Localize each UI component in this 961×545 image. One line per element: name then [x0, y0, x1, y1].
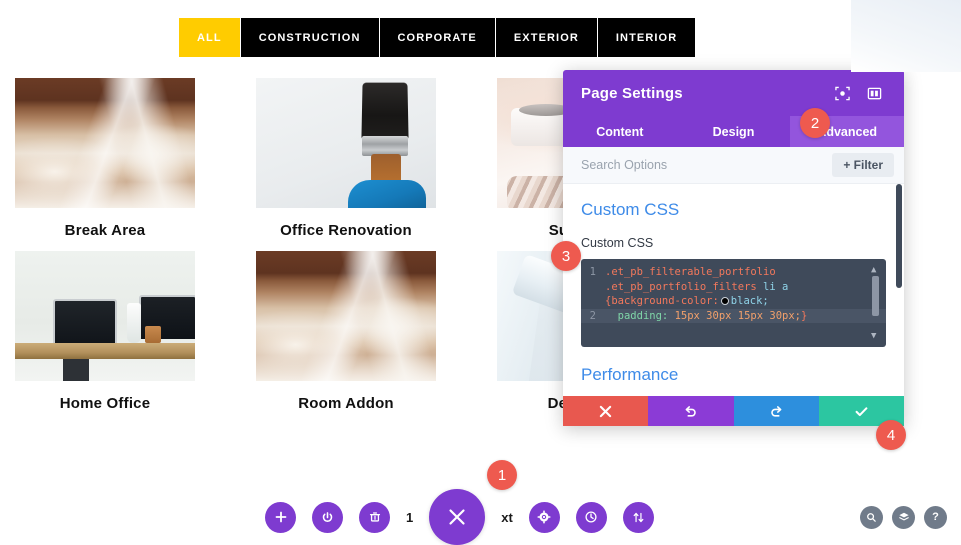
top-right-background-gradient	[851, 0, 961, 72]
home-office-desk-photo	[15, 251, 195, 381]
toolbar-button-group: 1 xt	[265, 489, 654, 545]
portfolio-item-caption: Home Office	[59, 395, 151, 412]
filter-label: INTERIOR	[615, 31, 678, 44]
tab-content[interactable]: Content	[563, 116, 677, 147]
css-selector-a: .et_pb_filterable_portfolio	[605, 266, 776, 278]
close-builder-button[interactable]	[429, 489, 486, 545]
portfolio-item-office-renovation[interactable]: Office Renovation	[256, 78, 482, 239]
css-close-brace: }	[801, 309, 808, 322]
badge-number: 2	[810, 114, 820, 132]
lumber-planks-photo	[15, 78, 195, 208]
custom-css-code-editor[interactable]: 1 .et_pb_filterable_portfolio .et_pb_por…	[581, 259, 886, 347]
color-swatch-icon[interactable]	[720, 297, 729, 305]
settings-gear-button[interactable]	[528, 501, 560, 533]
mug-shape	[145, 326, 161, 343]
filter-label: CONSTRUCTION	[258, 31, 361, 44]
filter-item-corporate[interactable]: CORPORATE	[379, 18, 496, 57]
filter-item-construction[interactable]: CONSTRUCTION	[240, 18, 380, 57]
add-button[interactable]	[265, 501, 296, 533]
focus-target-icon[interactable]	[830, 81, 854, 105]
panel-tab-bar: Content Design Advanced	[563, 116, 905, 147]
css-value: 15px 30px 15px 30px;	[674, 309, 801, 322]
lumber-planks-photo	[256, 251, 436, 381]
help-label: ?	[932, 511, 939, 523]
cancel-button[interactable]	[563, 396, 649, 426]
css-tag-selector: li a	[763, 280, 789, 293]
code-text: padding: 15px 30px 15px 30px;}	[605, 309, 884, 324]
panel-body: Custom CSS Custom CSS 1 .et_pb_filterabl…	[563, 184, 904, 396]
portfolio-filter-bar: ALL CONSTRUCTION CORPORATE EXTERIOR INTE…	[179, 18, 696, 57]
code-editor-scrollbar[interactable]: ▲ ▼	[870, 264, 881, 342]
page-title: Page Settings	[581, 84, 683, 102]
panel-layout-icon[interactable]	[862, 81, 886, 105]
filter-item-all[interactable]: ALL	[179, 18, 241, 57]
history-clock-button[interactable]	[575, 501, 607, 533]
filter-label: EXTERIOR	[513, 31, 579, 44]
css-value: black;	[730, 295, 769, 307]
filter-label: ALL	[197, 31, 222, 44]
portfolio-item-room-addon[interactable]: Room Addon	[256, 251, 482, 412]
annotation-badge-2: 2	[800, 108, 830, 138]
badge-number: 4	[886, 426, 896, 444]
scrollbar-thumb[interactable]	[872, 276, 879, 316]
panel-header[interactable]: Page Settings	[563, 70, 904, 116]
portfolio-item-home-office[interactable]: Home Office	[15, 251, 241, 412]
line-number: 2	[589, 309, 596, 322]
page-settings-panel: Page Settings Content Design Advanced Se…	[563, 70, 905, 426]
trash-button[interactable]	[359, 501, 390, 533]
desk-leg-shape	[63, 359, 89, 381]
portfolio-item-caption: Office Renovation	[280, 222, 412, 239]
portfolio-item-caption: Break Area	[64, 222, 146, 239]
tab-label: Content	[596, 124, 644, 139]
annotation-badge-4: 4	[876, 420, 906, 450]
line-number: 1	[589, 266, 596, 278]
filter-item-exterior[interactable]: EXTERIOR	[495, 18, 598, 57]
brush-bristles-shape	[361, 82, 409, 139]
toolbar-corner-group: ?	[860, 489, 947, 545]
badge-number: 1	[497, 466, 507, 484]
occluded-text-left: 1	[406, 509, 414, 525]
section-title-performance[interactable]: Performance	[581, 365, 678, 385]
search-magnifier-button[interactable]	[860, 505, 883, 529]
annotation-badge-3: 3	[551, 241, 581, 271]
page-root: ALL CONSTRUCTION CORPORATE EXTERIOR INTE…	[0, 0, 961, 545]
undo-button[interactable]	[648, 396, 734, 426]
code-line: 2 padding: 15px 30px 15px 30px;}	[581, 308, 886, 324]
css-selector-b: .et_pb_portfolio_filters	[605, 280, 757, 293]
builder-bottom-toolbar: 1 xt ?	[0, 489, 961, 545]
help-button[interactable]: ?	[924, 505, 947, 529]
filter-item-interior[interactable]: INTERIOR	[597, 18, 696, 57]
sort-updown-button[interactable]	[622, 501, 654, 533]
field-label-custom-css: Custom CSS	[581, 236, 654, 250]
portfolio-item-break-area[interactable]: Break Area	[15, 78, 241, 239]
search-options-row: + Filter	[563, 147, 904, 184]
occluded-text-right: xt	[501, 509, 513, 525]
brush-ferrule-shape	[362, 136, 408, 156]
tab-label: Design	[712, 124, 755, 139]
panel-action-bar	[563, 396, 904, 426]
scroll-down-arrow-icon[interactable]: ▼	[871, 329, 876, 344]
redo-button[interactable]	[733, 396, 819, 426]
layers-button[interactable]	[892, 505, 915, 529]
filter-label: CORPORATE	[397, 31, 477, 44]
annotation-badge-1: 1	[487, 460, 517, 490]
power-toggle-button[interactable]	[312, 501, 343, 533]
code-line: 1 .et_pb_filterable_portfolio .et_pb_por…	[581, 265, 886, 309]
section-title-custom-css: Custom CSS	[581, 200, 680, 219]
badge-number: 3	[561, 247, 571, 265]
vase-shape	[127, 303, 141, 343]
portfolio-item-caption: Room Addon	[298, 395, 394, 412]
laptop-one-shape	[53, 299, 117, 343]
panel-scrollbar-thumb[interactable]	[896, 184, 902, 288]
paintbrush-gloved-hand-photo	[256, 78, 436, 208]
panel-scrollbar[interactable]	[893, 184, 902, 396]
code-text: .et_pb_filterable_portfolio .et_pb_portf…	[605, 265, 884, 309]
css-property: padding:	[617, 309, 669, 322]
css-property: background-color:	[611, 295, 719, 307]
tab-design[interactable]: Design	[677, 116, 791, 147]
filter-button[interactable]: + Filter	[832, 153, 894, 177]
blue-glove-shape	[348, 180, 426, 208]
search-input[interactable]	[581, 158, 833, 172]
desk-surface-shape	[15, 343, 195, 359]
